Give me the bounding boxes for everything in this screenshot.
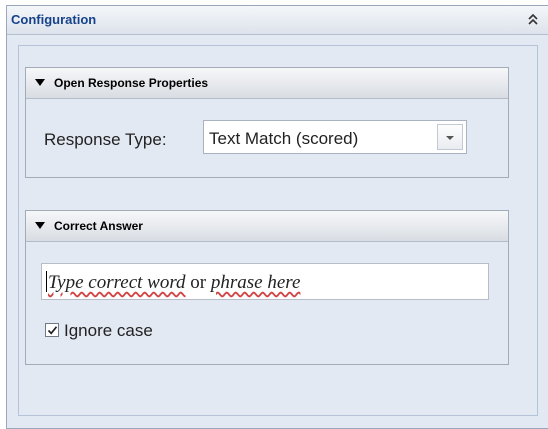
panel-header: Configuration [7, 6, 548, 35]
response-type-value: Text Match (scored) [209, 129, 359, 148]
checkmark-icon [47, 326, 58, 335]
correct-answer-header[interactable]: Correct Answer [26, 211, 508, 242]
correct-answer-placeholder: Type correct word or phrase here [48, 272, 300, 294]
ignore-case-label[interactable]: Ignore case [64, 321, 153, 341]
open-response-properties-section: Open Response Properties Response Type: … [25, 67, 509, 178]
double-chevron-up-icon[interactable] [527, 13, 539, 27]
section-title: Open Response Properties [54, 76, 209, 90]
dropdown-button[interactable] [437, 124, 463, 150]
collapse-triangle-icon[interactable] [35, 79, 45, 86]
placeholder-part: Type correct word [48, 272, 186, 293]
chevron-down-icon [446, 136, 454, 140]
placeholder-part: phrase here [210, 272, 301, 293]
placeholder-part: or [185, 272, 211, 293]
collapse-triangle-icon[interactable] [35, 222, 45, 229]
correct-answer-section: Correct Answer Type correct word or phra… [25, 210, 509, 365]
section-title: Correct Answer [54, 219, 143, 233]
panel-title: Configuration [11, 12, 97, 27]
open-response-properties-header[interactable]: Open Response Properties [26, 68, 508, 99]
text-caret [46, 271, 47, 292]
correct-answer-input[interactable]: Type correct word or phrase here [41, 263, 489, 300]
response-type-label: Response Type: [44, 130, 167, 149]
ignore-case-checkbox[interactable] [45, 323, 59, 337]
response-type-select[interactable]: Text Match (scored) [203, 120, 467, 154]
